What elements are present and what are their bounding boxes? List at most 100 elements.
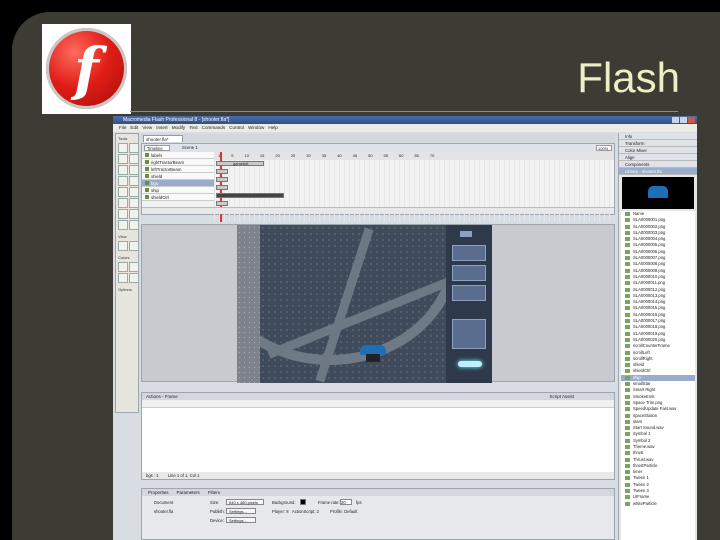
publish-settings-button[interactable]: Settings... [226, 508, 256, 514]
tool-button[interactable] [118, 176, 128, 186]
tool-button[interactable] [118, 165, 128, 175]
tool-button[interactable] [118, 209, 128, 219]
tool-button[interactable] [129, 165, 139, 175]
color-tools-grid [116, 260, 139, 285]
frame-rate-unit: fps [356, 500, 362, 505]
timeline-panel: Timeline Scene 1 100% labels rightTractor… [141, 143, 615, 222]
tool-button[interactable] [129, 154, 139, 164]
view-tools-grid [116, 239, 139, 253]
ui-frame-top-bar [460, 231, 472, 237]
document-tabs: shooter.fla* [141, 134, 615, 142]
frame-span[interactable] [216, 193, 284, 198]
player-ship[interactable] [358, 343, 388, 363]
tool-button[interactable] [129, 241, 139, 251]
frame-ruler: 1510152025303540455055606570 [214, 152, 614, 160]
script-editor[interactable] [142, 408, 614, 472]
maximize-button[interactable] [680, 117, 687, 123]
zoom-select[interactable]: 100% [596, 145, 612, 151]
ui-slot [452, 265, 486, 281]
menu-item-insert[interactable]: Insert [156, 124, 168, 132]
library-panel-header[interactable]: Library - shooter.fla [619, 168, 697, 175]
menu-item-file[interactable]: File [119, 124, 126, 132]
menu-bar: File Edit View Insert Modify Text Commands Cont… [113, 124, 697, 132]
ui-slot [452, 245, 486, 261]
actions-toolbar [142, 400, 614, 408]
properties-tab-filters[interactable]: Filters [208, 489, 220, 496]
library-preview-ship [648, 186, 668, 198]
panel-color-mixer[interactable]: Color Mixer [619, 147, 697, 154]
frame-span[interactable] [216, 201, 228, 206]
tool-button[interactable] [118, 220, 128, 230]
properties-tab-parameters[interactable]: Parameters [177, 489, 200, 496]
frame-number: 50 [368, 153, 373, 158]
tool-button[interactable] [118, 198, 128, 208]
tool-button[interactable] [118, 154, 128, 164]
frame-span[interactable]: gameInit [216, 161, 264, 166]
frame-label: gameInit [233, 161, 249, 166]
frame-number: 25 [290, 153, 296, 158]
menu-item-help[interactable]: Help [268, 124, 277, 132]
tool-button[interactable] [129, 273, 139, 283]
frame-rate-input[interactable]: 30 [340, 499, 352, 505]
flash-ide-screenshot: Macromedia Flash Professional 8 - [shoot… [113, 116, 697, 540]
tool-button[interactable] [129, 220, 139, 230]
background-label: Background: [272, 500, 296, 505]
ui-frame-panel [446, 225, 492, 383]
background-color-swatch[interactable] [300, 499, 306, 505]
stage-canvas[interactable] [260, 225, 492, 383]
menu-item-text[interactable]: Text [189, 124, 197, 132]
panel-align[interactable]: Align [619, 154, 697, 161]
library-item[interactable]: whiteParticle [621, 501, 695, 507]
actions-frame-ref: bgs : 1 [146, 473, 159, 478]
flash-logo: f [42, 24, 131, 114]
tool-button[interactable] [129, 262, 139, 272]
timeline-header: Timeline Scene 1 100% [142, 144, 614, 152]
tools-grid [116, 141, 139, 232]
menu-item-modify[interactable]: Modify [172, 124, 186, 132]
close-button[interactable] [688, 117, 695, 123]
title-divider [130, 111, 678, 112]
frame-span[interactable] [216, 177, 228, 182]
tool-button[interactable] [118, 262, 128, 272]
tool-button[interactable] [118, 143, 128, 153]
properties-tab-properties[interactable]: Properties [148, 489, 169, 496]
tool-button[interactable] [129, 176, 139, 186]
library-item-list: Name SLA0000001.png SLA0000002.png SLA00000… [621, 211, 695, 540]
tool-button[interactable] [118, 273, 128, 283]
minimize-button[interactable] [672, 117, 679, 123]
script-assist-button[interactable]: Script Assist [549, 393, 574, 400]
profile-label: Profile: Default [330, 509, 358, 514]
tool-button[interactable] [129, 209, 139, 219]
slide-title: Flash [577, 54, 680, 101]
tool-button[interactable] [129, 198, 139, 208]
menu-item-control[interactable]: Control [229, 124, 244, 132]
menu-item-window[interactable]: Window [248, 124, 264, 132]
presentation-slide: f Flash Macromedia Flash Professional 8 … [0, 0, 720, 540]
document-name: shooter.fla [154, 509, 174, 514]
document-tab[interactable]: shooter.fla* [143, 135, 183, 142]
ship-base [366, 354, 380, 362]
document-label: Document [154, 500, 174, 505]
timeline-button[interactable]: Timeline [144, 145, 170, 151]
menu-item-commands[interactable]: Commands [202, 124, 226, 132]
actions-status: Line 1 of 1, Col 1 [167, 473, 200, 478]
tool-button[interactable] [118, 187, 128, 197]
size-button[interactable]: 640 x 480 pixels [226, 499, 264, 505]
device-settings-button[interactable]: Settings... [226, 517, 256, 523]
panel-transform[interactable]: Transform [619, 140, 697, 147]
menu-item-view[interactable]: View [142, 124, 152, 132]
actions-header: Actions - Frame Script Assist [142, 393, 614, 400]
frame-number: 45 [352, 153, 358, 158]
panel-info[interactable]: Info [619, 133, 697, 140]
options-label: Options [118, 287, 132, 292]
panel-components[interactable]: Components [619, 161, 697, 168]
frame-number: 40 [337, 153, 342, 158]
ui-glow-light [458, 361, 482, 367]
tool-button[interactable] [129, 143, 139, 153]
tool-button[interactable] [129, 187, 139, 197]
tool-button[interactable] [118, 241, 128, 251]
frame-span[interactable] [216, 185, 228, 190]
actions-title: Actions - Frame [146, 394, 178, 399]
menu-item-edit[interactable]: Edit [130, 124, 138, 132]
frame-span[interactable] [216, 169, 228, 174]
